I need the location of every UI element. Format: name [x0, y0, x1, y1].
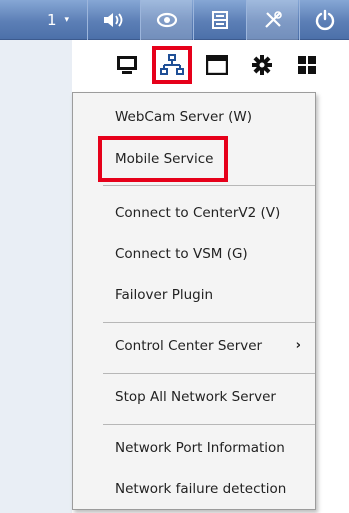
power-icon	[315, 9, 334, 31]
menu-divider	[103, 373, 315, 374]
monitor-button[interactable]	[109, 48, 145, 82]
window-icon	[206, 55, 228, 75]
menu-item-label: Failover Plugin	[115, 287, 214, 303]
view-button[interactable]	[140, 0, 192, 40]
menu-item-connect-centerv2[interactable]: Connect to CenterV2 (V)	[73, 192, 315, 234]
menu-divider	[103, 424, 315, 425]
tools-icon	[264, 11, 282, 28]
highlight-box	[98, 136, 228, 182]
menu-item-network-failure-detection[interactable]: Network failure detection	[73, 468, 315, 510]
network-button[interactable]	[152, 46, 192, 84]
window-button[interactable]	[199, 48, 235, 82]
menu-item-stop-all-network-server[interactable]: Stop All Network Server	[73, 376, 315, 418]
menu-item-connect-vsm[interactable]: Connect to VSM (G)	[73, 233, 315, 275]
grid-icon	[298, 56, 316, 74]
volume-button[interactable]	[87, 0, 139, 40]
menu-item-label: Connect to VSM (G)	[115, 246, 248, 262]
network-icon	[160, 54, 184, 75]
menu-item-webcam-server[interactable]: WebCam Server (W)	[73, 96, 315, 138]
menu-divider	[103, 322, 315, 323]
grid-button[interactable]	[289, 48, 325, 82]
gear-icon	[252, 55, 272, 75]
channel-selector[interactable]: 1 ▾	[30, 0, 86, 40]
channel-selector-value: 1	[46, 11, 57, 29]
settings-button[interactable]	[244, 48, 280, 82]
power-button[interactable]	[299, 0, 349, 40]
tools-button[interactable]	[246, 0, 298, 40]
icon-row	[72, 40, 349, 94]
speaker-icon	[103, 13, 122, 27]
chevron-right-icon: ›	[295, 338, 301, 353]
menu-item-network-port-information[interactable]: Network Port Information	[73, 427, 315, 469]
menu-item-failover-plugin[interactable]: Failover Plugin	[73, 274, 315, 316]
menu-item-control-center-server[interactable]: Control Center Server ›	[73, 325, 315, 367]
menu-item-label: Control Center Server	[115, 338, 263, 354]
layout-icon	[211, 11, 228, 29]
monitor-icon	[117, 56, 137, 74]
top-toolbar: 1 ▾	[0, 0, 349, 40]
chevron-down-icon: ▾	[64, 15, 70, 25]
background-panel	[0, 40, 72, 513]
menu-item-label: Stop All Network Server	[115, 389, 276, 405]
menu-item-label: Network Port Information	[115, 440, 285, 456]
menu-item-label: WebCam Server (W)	[115, 109, 253, 125]
menu-divider	[103, 185, 315, 186]
layout-button[interactable]	[193, 0, 245, 40]
eye-icon	[156, 12, 177, 28]
menu-item-label: Connect to CenterV2 (V)	[115, 205, 281, 221]
menu-item-label: Network failure detection	[115, 481, 287, 497]
